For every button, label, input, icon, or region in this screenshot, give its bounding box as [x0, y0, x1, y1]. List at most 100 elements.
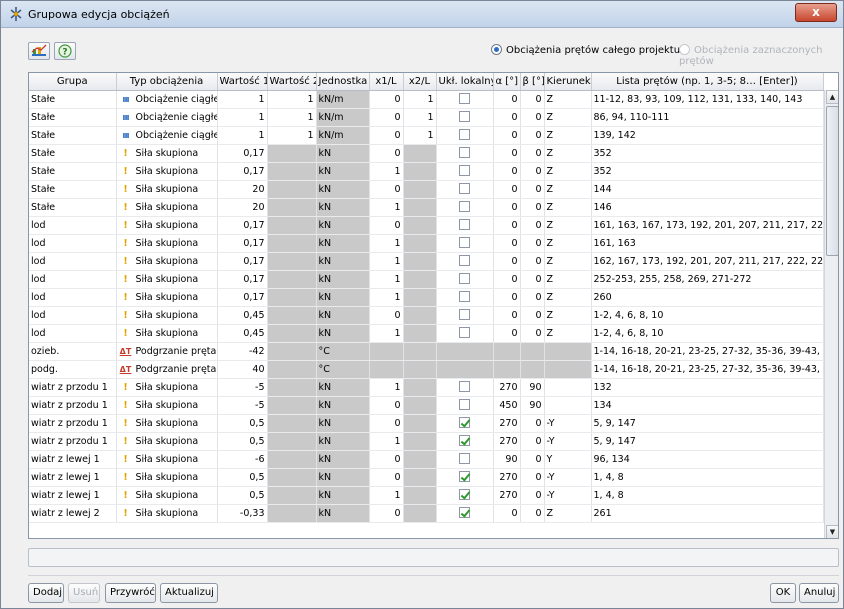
cell-bar-list[interactable]: 161, 163	[591, 234, 824, 253]
cell-load-type[interactable]: ΔT Podgrzanie pręta	[116, 360, 218, 379]
cell-bar-list[interactable]: 11-12, 83, 93, 109, 112, 131, 133, 140, …	[591, 90, 824, 109]
cell-group[interactable]: Stałe	[29, 198, 117, 217]
local-system-checkbox[interactable]	[459, 147, 470, 158]
cell-local-system[interactable]	[436, 198, 494, 217]
cell-value-1[interactable]: 20	[217, 198, 268, 217]
cell-alpha[interactable]: 270	[493, 468, 521, 487]
header-unit[interactable]: Jednostka	[316, 73, 370, 91]
local-system-checkbox[interactable]	[459, 129, 470, 140]
header-x1[interactable]: x1/L	[369, 73, 404, 91]
table-row[interactable]: Stałe! Siła skupiona 20 kN 0 0 0 Z 144	[29, 180, 824, 199]
cell-x1[interactable]: 1	[369, 270, 404, 289]
cell-local-system[interactable]	[436, 108, 494, 127]
header-value-1[interactable]: Wartość 1	[217, 73, 268, 91]
cell-group[interactable]: lod	[29, 216, 117, 235]
cell-bar-list[interactable]: 146	[591, 198, 824, 217]
cell-value-1[interactable]: 0,5	[217, 414, 268, 433]
cell-value-1[interactable]: 0,17	[217, 144, 268, 163]
cell-beta[interactable]: 0	[520, 198, 545, 217]
table-row[interactable]: lod! Siła skupiona 0,17 kN 0 0 0 Z 161, 163, 167…	[29, 216, 824, 235]
cell-bar-list[interactable]: 96, 134	[591, 450, 824, 469]
cell-local-system[interactable]	[436, 324, 494, 343]
cell-x1[interactable]: 0	[369, 180, 404, 199]
local-system-checkbox[interactable]	[459, 417, 470, 428]
cell-alpha[interactable]: 0	[493, 180, 521, 199]
cell-load-type[interactable]: ! Siła skupiona	[116, 180, 218, 199]
local-system-checkbox[interactable]	[459, 327, 470, 338]
cell-direction[interactable]	[544, 396, 592, 415]
cell-local-system[interactable]	[436, 450, 494, 469]
cell-value-1[interactable]: 1	[217, 90, 268, 109]
local-system-checkbox[interactable]	[459, 165, 470, 176]
cell-value-1[interactable]: -42	[217, 342, 268, 361]
cell-alpha[interactable]: 0	[493, 234, 521, 253]
cell-load-type[interactable]: ! Siła skupiona	[116, 216, 218, 235]
cell-beta[interactable]: 0	[520, 252, 545, 271]
cell-direction[interactable]: -Y	[544, 468, 592, 487]
cell-value-1[interactable]: 0,5	[217, 432, 268, 451]
cell-x1[interactable]: 0	[369, 216, 404, 235]
cell-bar-list[interactable]: 352	[591, 144, 824, 163]
cell-group[interactable]: lod	[29, 324, 117, 343]
cell-direction[interactable]: Z	[544, 144, 592, 163]
cell-local-system[interactable]	[436, 90, 494, 109]
table-row[interactable]: wiatr z lewej 1! Siła skupiona -6 kN 0 90 0 Y 96…	[29, 450, 824, 469]
cell-x1[interactable]: 0	[369, 144, 404, 163]
cell-group[interactable]: Stałe	[29, 180, 117, 199]
cell-beta[interactable]: 0	[520, 468, 545, 487]
cell-group[interactable]: lod	[29, 306, 117, 325]
cell-alpha[interactable]: 0	[493, 288, 521, 307]
cell-beta[interactable]: 0	[520, 288, 545, 307]
cell-beta[interactable]: 0	[520, 270, 545, 289]
local-system-checkbox[interactable]	[459, 201, 470, 212]
cell-group[interactable]: Stałe	[29, 108, 117, 127]
cell-value-1[interactable]: 0,5	[217, 486, 268, 505]
cell-group[interactable]: Stałe	[29, 126, 117, 145]
chart-view-button[interactable]	[28, 42, 50, 60]
cell-beta[interactable]: 90	[520, 396, 545, 415]
cell-direction[interactable]: Z	[544, 216, 592, 235]
cell-direction[interactable]: Z	[544, 180, 592, 199]
cell-x1[interactable]: 1	[369, 432, 404, 451]
cell-local-system[interactable]	[436, 144, 494, 163]
cell-load-type[interactable]: ! Siła skupiona	[116, 198, 218, 217]
cell-alpha[interactable]: 0	[493, 324, 521, 343]
cell-bar-list[interactable]: 161, 163, 167, 173, 192, 201, 207, 211, …	[591, 216, 824, 235]
cell-bar-list[interactable]: 5, 9, 147	[591, 414, 824, 433]
cell-local-system[interactable]	[436, 270, 494, 289]
table-row[interactable]: wiatr z lewej 2! Siła skupiona -0,33 kN 0 0 0 Z…	[29, 504, 824, 523]
local-system-checkbox[interactable]	[459, 399, 470, 410]
cell-direction[interactable]: Z	[544, 324, 592, 343]
cell-bar-list[interactable]: 139, 142	[591, 126, 824, 145]
header-group[interactable]: Grupa	[29, 73, 117, 91]
local-system-checkbox[interactable]	[459, 183, 470, 194]
local-system-checkbox[interactable]	[459, 237, 470, 248]
cell-direction[interactable]: -Y	[544, 486, 592, 505]
header-x2[interactable]: x2/L	[403, 73, 437, 91]
cell-value-1[interactable]: 20	[217, 180, 268, 199]
ok-button[interactable]: OK	[770, 583, 796, 603]
cell-load-type[interactable]: ! Siła skupiona	[116, 468, 218, 487]
header-local-system[interactable]: Ukł. lokalny	[436, 73, 494, 91]
cell-direction[interactable]: Z	[544, 198, 592, 217]
scroll-thumb[interactable]	[826, 106, 838, 256]
header-alpha[interactable]: α [°]	[493, 73, 521, 91]
cell-value-2[interactable]: 1	[267, 90, 317, 109]
cell-bar-list[interactable]: 252-253, 255, 258, 269, 271-272	[591, 270, 824, 289]
cell-x1[interactable]: 1	[369, 252, 404, 271]
cell-value-1[interactable]: 1	[217, 108, 268, 127]
header-beta[interactable]: β [°]	[520, 73, 545, 91]
cell-group[interactable]: wiatr z przodu 1	[29, 396, 117, 415]
cell-bar-list[interactable]: 260	[591, 288, 824, 307]
local-system-checkbox[interactable]	[459, 111, 470, 122]
cell-direction[interactable]: Z	[544, 504, 592, 523]
local-system-checkbox[interactable]	[459, 273, 470, 284]
cell-local-system[interactable]	[436, 396, 494, 415]
local-system-checkbox[interactable]	[459, 291, 470, 302]
cell-local-system[interactable]	[436, 288, 494, 307]
table-row[interactable]: lod! Siła skupiona 0,17 kN 1 0 0 Z 161, 163	[29, 234, 824, 253]
cell-bar-list[interactable]: 132	[591, 378, 824, 397]
table-row[interactable]: Stałe! Siła skupiona 20 kN 1 0 0 Z 146	[29, 198, 824, 217]
cell-group[interactable]: Stałe	[29, 162, 117, 181]
cell-local-system[interactable]	[436, 414, 494, 433]
